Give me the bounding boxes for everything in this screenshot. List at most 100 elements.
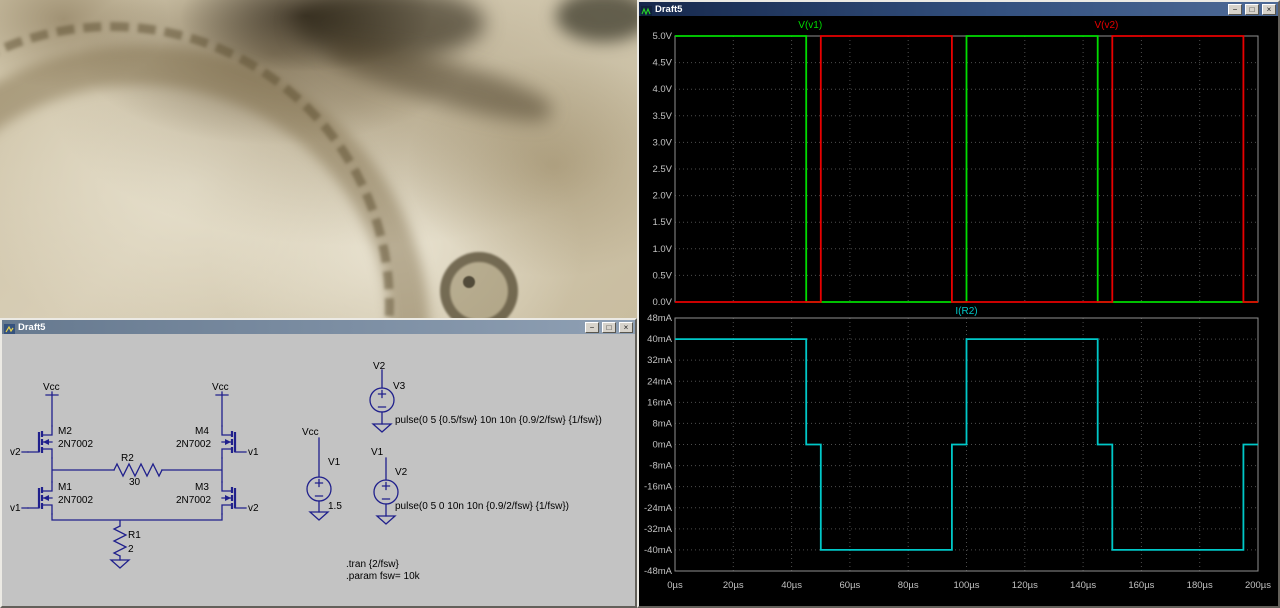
mosfet-m2-name: M2 — [58, 426, 72, 437]
y-tick-label: -40mA — [644, 545, 673, 556]
schematic-canvas[interactable]: Vcc Vcc M2 2N7002 M4 2N7002 v2 v1 R2 30 … — [2, 334, 635, 606]
source-v3-symbol[interactable] — [369, 387, 395, 413]
y-tick-label: -48mA — [644, 566, 673, 577]
ground-icon — [375, 515, 397, 525]
waveform-titlebar[interactable]: Draft5 − □ × — [639, 2, 1278, 17]
source-v2-node: V1 — [371, 447, 384, 458]
waveform-canvas[interactable]: 5.0V 4.5V 4.0V 3.5V 3.0V 2.5V 2.0V 1.5V 1.0V 0.5V… — [639, 16, 1278, 606]
y-tick-label: 3.5V — [652, 111, 672, 122]
source-v3-node: V2 — [373, 361, 386, 372]
resistor-r1-name: R1 — [128, 530, 141, 541]
close-icon[interactable]: × — [619, 321, 633, 333]
y-tick-label: -24mA — [644, 503, 673, 514]
ground-icon — [109, 559, 131, 569]
close-icon[interactable]: × — [1262, 3, 1276, 15]
y-tick-label: 32mA — [647, 355, 672, 366]
net-label-vcc: Vcc — [212, 382, 229, 393]
net-label-v2: v2 — [248, 503, 259, 514]
spice-directive-param: .param fsw= 10k — [346, 571, 421, 582]
y-tick-label: 2.0V — [652, 191, 672, 202]
y-tick-label: 0mA — [652, 440, 672, 451]
mosfet-m4-symbol[interactable] — [220, 424, 248, 460]
x-tick-label: 160µs — [1128, 580, 1154, 591]
x-tick-label: 200µs — [1245, 580, 1271, 591]
y-tick-label: 16mA — [647, 397, 672, 408]
y-tick-label: 5.0V — [652, 31, 672, 42]
mosfet-m3-symbol[interactable] — [220, 480, 248, 516]
resistor-r1-value: 2 — [128, 544, 134, 555]
mosfet-m1-model: 2N7002 — [58, 495, 93, 506]
y-tick-label: 1.5V — [652, 217, 672, 228]
y-tick-label: 4.5V — [652, 58, 672, 69]
source-v2-value: pulse(0 5 0 10n 10n {0.9/2/fsw} {1/fsw}) — [395, 501, 569, 512]
waveform-window: Draft5 − □ × 5.0V 4.5V 4.0V 3.5V 3.0V 2.5V 2.0… — [637, 0, 1280, 608]
x-tick-label: 100µs — [953, 580, 979, 591]
net-label-v2: v2 — [10, 447, 21, 458]
mosfet-m1-name: M1 — [58, 482, 72, 493]
minimize-icon[interactable]: − — [1228, 3, 1242, 15]
resistor-r2-symbol — [113, 462, 163, 478]
ground-icon — [308, 511, 330, 521]
ground-icon — [371, 423, 393, 433]
y-tick-label: 4.0V — [652, 84, 672, 95]
photo-corner-shadow — [556, 0, 637, 42]
x-tick-label: 80µs — [898, 580, 919, 591]
x-tick-label: 180µs — [1187, 580, 1213, 591]
spice-directive-tran: .tran {2/fsw} — [346, 559, 399, 570]
y-tick-label: 40mA — [647, 334, 672, 345]
trace-V(v1) — [675, 35, 1258, 303]
schematic-window: Draft5 − □ × Vcc Vcc M2 2N7002 M4 2N7002… — [0, 318, 637, 608]
schematic-window-title: Draft5 — [18, 321, 46, 333]
source-v1-node: Vcc — [302, 427, 319, 438]
resistor-r2-name: R2 — [121, 453, 134, 464]
x-tick-label: 120µs — [1012, 580, 1038, 591]
trace-label-V(v2): V(v2) — [1094, 20, 1118, 31]
net-label-v1: v1 — [10, 503, 21, 514]
y-tick-label: 2.5V — [652, 164, 672, 175]
net-label-v1: v1 — [248, 447, 259, 458]
wire-layer — [21, 369, 397, 569]
schematic-app-icon — [4, 322, 15, 335]
y-tick-label: 0.0V — [652, 297, 672, 308]
photo-gear-teeth — [0, 22, 394, 318]
waveform-window-title: Draft5 — [655, 3, 683, 15]
schematic-titlebar[interactable]: Draft5 − □ × — [2, 320, 635, 335]
waveform-app-icon — [641, 4, 652, 17]
source-v1-symbol[interactable] — [306, 476, 332, 502]
resistor-r2-value: 30 — [129, 477, 141, 488]
maximize-icon[interactable]: □ — [602, 321, 616, 333]
source-v3-name: V3 — [393, 381, 406, 392]
y-tick-label: 0.5V — [652, 270, 672, 281]
x-tick-label: 0µs — [667, 580, 683, 591]
y-tick-label: -8mA — [649, 461, 672, 472]
y-tick-label: 48mA — [647, 313, 672, 324]
source-v1-value: 1.5 — [328, 501, 342, 512]
x-tick-label: 20µs — [723, 580, 744, 591]
y-tick-label: 24mA — [647, 376, 672, 387]
photo — [0, 0, 637, 318]
desktop: Draft5 − □ × Vcc Vcc M2 2N7002 M4 2N7002… — [0, 0, 1280, 608]
resistor-r1-symbol — [112, 525, 128, 557]
y-tick-label: 1.0V — [652, 244, 672, 255]
mosfet-m4-model: 2N7002 — [176, 439, 211, 450]
mosfet-m4-name: M4 — [195, 426, 209, 437]
trace-label-V(v1): V(v1) — [798, 20, 822, 31]
y-tick-label: 8mA — [652, 418, 672, 429]
source-v1-name: V1 — [328, 457, 341, 468]
net-label-vcc: Vcc — [43, 382, 60, 393]
y-tick-label: -16mA — [644, 482, 673, 493]
waveform-plot[interactable]: 5.0V 4.5V 4.0V 3.5V 3.0V 2.5V 2.0V 1.5V 1.0V 0.5V… — [639, 16, 1278, 606]
y-tick-label: 3.0V — [652, 137, 672, 148]
mosfet-m2-model: 2N7002 — [58, 439, 93, 450]
maximize-icon[interactable]: □ — [1245, 3, 1259, 15]
mosfet-m2-symbol[interactable] — [26, 424, 54, 460]
source-v2-name: V2 — [395, 467, 408, 478]
mosfet-m3-model: 2N7002 — [176, 495, 211, 506]
minimize-icon[interactable]: − — [585, 321, 599, 333]
trace-label-I(R2): I(R2) — [955, 306, 977, 317]
mosfet-m1-symbol[interactable] — [26, 480, 54, 516]
x-tick-label: 40µs — [781, 580, 802, 591]
photo-knob — [440, 252, 518, 318]
source-v3-value: pulse(0 5 {0.5/fsw} 10n 10n {0.9/2/fsw} … — [395, 415, 602, 426]
x-tick-label: 60µs — [840, 580, 861, 591]
